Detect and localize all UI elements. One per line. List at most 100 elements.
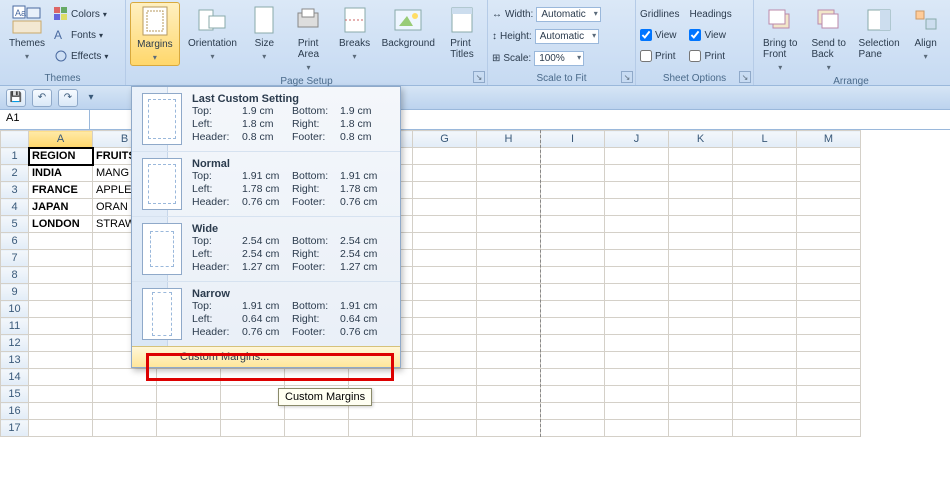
- cell-A8[interactable]: [29, 267, 93, 284]
- col-header-G[interactable]: G: [413, 131, 477, 148]
- cell-L13[interactable]: [733, 352, 797, 369]
- cell-C15[interactable]: [157, 386, 221, 403]
- cell-A16[interactable]: [29, 403, 93, 420]
- cell-A12[interactable]: [29, 335, 93, 352]
- cell-H13[interactable]: [477, 352, 541, 369]
- bring-to-front-button[interactable]: Bring to Front: [758, 2, 802, 75]
- cell-C17[interactable]: [157, 420, 221, 437]
- cell-J10[interactable]: [605, 301, 669, 318]
- theme-fonts-button[interactable]: AFonts▾: [54, 25, 108, 45]
- cell-A15[interactable]: [29, 386, 93, 403]
- themes-button[interactable]: Aa Themes: [4, 2, 50, 64]
- cell-K10[interactable]: [669, 301, 733, 318]
- theme-colors-button[interactable]: Colors▾: [54, 4, 108, 24]
- cell-A2[interactable]: INDIA: [29, 165, 93, 182]
- scale-percent-spinner[interactable]: 100%: [534, 51, 584, 66]
- row-header-14[interactable]: 14: [1, 369, 29, 386]
- cell-G12[interactable]: [413, 335, 477, 352]
- row-header-11[interactable]: 11: [1, 318, 29, 335]
- theme-effects-button[interactable]: Effects▾: [54, 46, 108, 66]
- cell-H14[interactable]: [477, 369, 541, 386]
- cell-G4[interactable]: [413, 199, 477, 216]
- send-to-back-button[interactable]: Send to Back: [806, 2, 850, 75]
- cell-D17[interactable]: [221, 420, 285, 437]
- cell-M15[interactable]: [797, 386, 861, 403]
- cell-I3[interactable]: [541, 182, 605, 199]
- cell-A17[interactable]: [29, 420, 93, 437]
- cell-B16[interactable]: [93, 403, 157, 420]
- qat-redo-button[interactable]: ↷: [58, 89, 78, 107]
- margin-preset-3[interactable]: Narrow Top:1.91 cmBottom:1.91 cm Left:0.…: [132, 281, 400, 346]
- cell-A4[interactable]: JAPAN: [29, 199, 93, 216]
- cell-J9[interactable]: [605, 284, 669, 301]
- cell-L8[interactable]: [733, 267, 797, 284]
- cell-L6[interactable]: [733, 233, 797, 250]
- cell-K12[interactable]: [669, 335, 733, 352]
- cell-L15[interactable]: [733, 386, 797, 403]
- cell-L5[interactable]: [733, 216, 797, 233]
- cell-D15[interactable]: [221, 386, 285, 403]
- cell-H10[interactable]: [477, 301, 541, 318]
- col-header-A[interactable]: A: [29, 131, 93, 148]
- cell-I8[interactable]: [541, 267, 605, 284]
- cell-A5[interactable]: LONDON: [29, 216, 93, 233]
- cell-F17[interactable]: [349, 420, 413, 437]
- col-header-K[interactable]: K: [669, 131, 733, 148]
- cell-A7[interactable]: [29, 250, 93, 267]
- cell-H9[interactable]: [477, 284, 541, 301]
- page-setup-launcher[interactable]: ↘: [473, 71, 485, 83]
- cell-L16[interactable]: [733, 403, 797, 420]
- cell-J1[interactable]: [605, 148, 669, 165]
- cell-B15[interactable]: [93, 386, 157, 403]
- cell-M16[interactable]: [797, 403, 861, 420]
- headings-print-checkbox[interactable]: [689, 50, 701, 62]
- cell-J12[interactable]: [605, 335, 669, 352]
- cell-L1[interactable]: [733, 148, 797, 165]
- row-header-4[interactable]: 4: [1, 199, 29, 216]
- scale-height-dropdown[interactable]: Automatic: [535, 29, 599, 44]
- cell-L9[interactable]: [733, 284, 797, 301]
- headings-view-checkbox[interactable]: [689, 29, 701, 41]
- background-button[interactable]: Background: [380, 2, 437, 51]
- cell-K14[interactable]: [669, 369, 733, 386]
- cell-H5[interactable]: [477, 216, 541, 233]
- cell-I4[interactable]: [541, 199, 605, 216]
- cell-I13[interactable]: [541, 352, 605, 369]
- cell-J11[interactable]: [605, 318, 669, 335]
- cell-H15[interactable]: [477, 386, 541, 403]
- cell-G14[interactable]: [413, 369, 477, 386]
- cell-A1[interactable]: REGION: [29, 148, 93, 165]
- cell-J17[interactable]: [605, 420, 669, 437]
- cell-B14[interactable]: [93, 369, 157, 386]
- cell-G17[interactable]: [413, 420, 477, 437]
- cell-I2[interactable]: [541, 165, 605, 182]
- cell-K6[interactable]: [669, 233, 733, 250]
- row-header-16[interactable]: 16: [1, 403, 29, 420]
- cell-K5[interactable]: [669, 216, 733, 233]
- margin-preset-2[interactable]: Wide Top:2.54 cmBottom:2.54 cm Left:2.54…: [132, 216, 400, 281]
- cell-D14[interactable]: [221, 369, 285, 386]
- cell-L3[interactable]: [733, 182, 797, 199]
- cell-F14[interactable]: [349, 369, 413, 386]
- cell-M1[interactable]: [797, 148, 861, 165]
- row-header-3[interactable]: 3: [1, 182, 29, 199]
- cell-I7[interactable]: [541, 250, 605, 267]
- cell-I15[interactable]: [541, 386, 605, 403]
- qat-save-button[interactable]: 💾: [6, 89, 26, 107]
- cell-M17[interactable]: [797, 420, 861, 437]
- cell-L17[interactable]: [733, 420, 797, 437]
- cell-J14[interactable]: [605, 369, 669, 386]
- cell-H1[interactable]: [477, 148, 541, 165]
- cell-J8[interactable]: [605, 267, 669, 284]
- cell-M2[interactable]: [797, 165, 861, 182]
- cell-J4[interactable]: [605, 199, 669, 216]
- cell-D16[interactable]: [221, 403, 285, 420]
- cell-I11[interactable]: [541, 318, 605, 335]
- row-header-15[interactable]: 15: [1, 386, 29, 403]
- cell-I9[interactable]: [541, 284, 605, 301]
- cell-I14[interactable]: [541, 369, 605, 386]
- orientation-button[interactable]: Orientation: [184, 2, 241, 64]
- cell-J16[interactable]: [605, 403, 669, 420]
- cell-G5[interactable]: [413, 216, 477, 233]
- cell-H4[interactable]: [477, 199, 541, 216]
